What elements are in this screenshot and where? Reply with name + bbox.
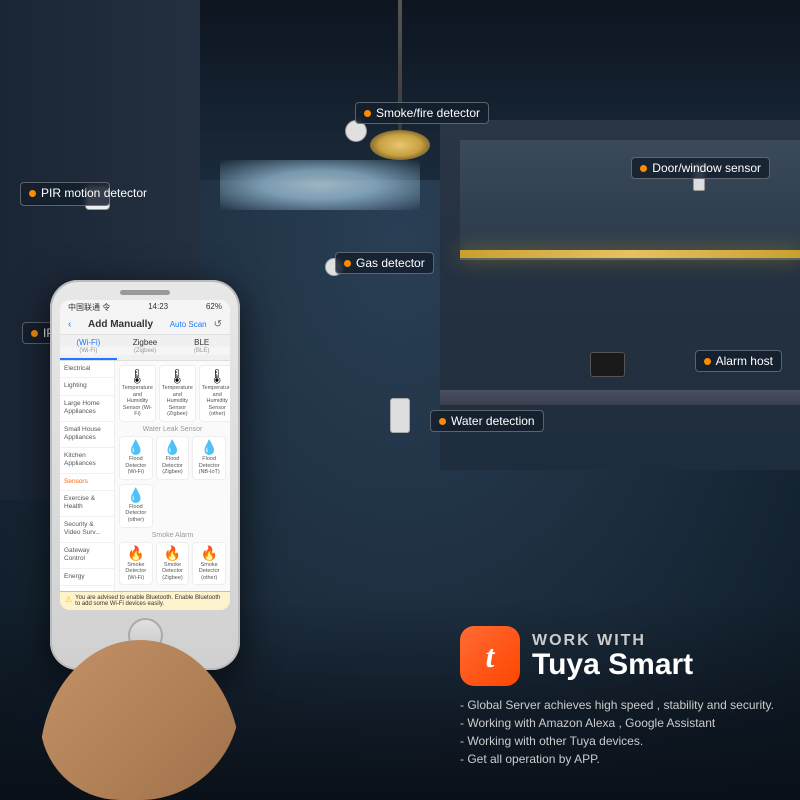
tuya-brand-name: Tuya Smart [532, 650, 693, 680]
sidebar-electrical[interactable]: Electrical [60, 361, 114, 378]
flood-other-grid: 💧 Flood Detector (other) [119, 484, 226, 528]
tuya-features: - Global Server achieves high speed , st… [460, 698, 780, 766]
panel-light [220, 160, 420, 210]
phone-speaker [120, 290, 170, 295]
sidebar-small-home[interactable]: Small House Appliances [60, 422, 114, 448]
carrier: 中国联通 令 [68, 302, 110, 313]
flood-wifi[interactable]: 💧 Flood Detector (Wi-Fi) [119, 436, 153, 480]
sidebar-large-home[interactable]: Large Home Appliances [60, 396, 114, 422]
water-label: Water detection [430, 410, 544, 432]
battery: 62% [206, 302, 222, 313]
tuya-feature-3: - Working with other Tuya devices. [460, 734, 780, 748]
smoke-grid: 🔥 Smoke Detector (Wi-Fi) 🔥 Smoke Detecto… [119, 542, 226, 586]
phone-frame: 中国联通 令 14:23 62% ‹ Add Manually Auto Sca… [50, 280, 240, 670]
tuya-feature-1: - Global Server achieves high speed , st… [460, 698, 780, 712]
tab-wifi[interactable]: (Wi-Fi) (Wi-Fi) [60, 335, 117, 360]
screen-notification: ⚠ You are advised to enable Bluetooth. E… [115, 591, 230, 601]
water-grid: 💧 Flood Detector (Wi-Fi) 💧 Flood Detecto… [119, 436, 226, 480]
screen-title: Add Manually [75, 319, 165, 330]
sidebar-energy[interactable]: Energy [60, 569, 114, 586]
smoke-other[interactable]: 🔥 Smoke Detector (other) [192, 542, 226, 586]
pir-label: PIR motion detector [20, 182, 110, 206]
door-label: Door/window sensor [631, 157, 770, 179]
screen-sidebar: Electrical Lighting Large Home Appliance… [60, 361, 115, 601]
alarm-device [590, 352, 625, 377]
flood-zigbee[interactable]: 💧 Flood Detector (Zigbee) [156, 436, 190, 480]
gas-label: Gas detector [335, 252, 434, 274]
phone-wrapper: 中国联通 令 14:23 62% ‹ Add Manually Auto Sca… [30, 280, 250, 800]
smoke-zigbee[interactable]: 🔥 Smoke Detector (Zigbee) [156, 542, 190, 586]
screen-header: ‹ Add Manually Auto Scan ↺ [60, 315, 230, 335]
water-device [390, 398, 410, 433]
sidebar-gateway[interactable]: Gateway Control [60, 543, 114, 569]
temp-wifi[interactable]: 🌡 Temperature and Humidity Sensor (Wi-Fi… [119, 365, 156, 422]
phone-screen: 中国联通 令 14:23 62% ‹ Add Manually Auto Sca… [60, 300, 230, 610]
tuya-logo-row: t WORK WITH Tuya Smart [460, 626, 780, 686]
back-button[interactable]: ‹ [68, 319, 71, 330]
refresh-icon[interactable]: ↺ [214, 319, 222, 330]
temp-grid: 🌡 Temperature and Humidity Sensor (Wi-Fi… [119, 365, 226, 422]
tuya-section: t WORK WITH Tuya Smart - Global Server a… [460, 626, 780, 770]
sidebar-lighting[interactable]: Lighting [60, 378, 114, 395]
smoke-wifi[interactable]: 🔥 Smoke Detector (Wi-Fi) [119, 542, 153, 586]
gas-dot [344, 260, 351, 267]
flood-other[interactable]: 💧 Flood Detector (other) [119, 484, 153, 528]
sidebar-security[interactable]: Security & Video Surv... [60, 517, 114, 543]
auto-scan-button[interactable]: Auto Scan [170, 320, 207, 329]
temp-other[interactable]: 🌡 Temperature and Humidity Sensor (other… [199, 365, 230, 422]
screen-tabs: (Wi-Fi) (Wi-Fi) Zigbee (Zigbee) BLE (BLE… [60, 335, 230, 361]
water-dot [439, 418, 446, 425]
tab-zigbee[interactable]: Zigbee (Zigbee) [117, 335, 174, 360]
cabinet-light [460, 250, 800, 258]
ceiling-light [398, 0, 402, 160]
screen-content: 🌡 Temperature and Humidity Sensor (Wi-Fi… [115, 361, 230, 601]
smoke-section-title: Smoke Alarm [119, 532, 226, 539]
tuya-feature-4: - Get all operation by APP. [460, 752, 780, 766]
sidebar-kitchen[interactable]: Kitchen Appliances [60, 448, 114, 474]
status-bar: 中国联通 令 14:23 62% [60, 300, 230, 315]
tuya-title-block: WORK WITH Tuya Smart [532, 632, 693, 680]
sidebar-sensors[interactable]: Sensors [60, 474, 114, 491]
alarm-label: Alarm host [695, 350, 782, 372]
temp-zigbee[interactable]: 🌡 Temperature and Humidity Sensor (Zigbe… [159, 365, 196, 422]
screen-body: Electrical Lighting Large Home Appliance… [60, 361, 230, 601]
counter-top [440, 390, 800, 405]
door-dot [640, 165, 647, 172]
tuya-logo: t [460, 626, 520, 686]
sidebar-exercise[interactable]: Exercise & Health [60, 491, 114, 517]
water-section-title: Water Leak Sensor [119, 426, 226, 433]
tuya-feature-2: - Working with Amazon Alexa , Google Ass… [460, 716, 780, 730]
notif-text: You are advised to enable Bluetooth. Ena… [115, 595, 225, 601]
smoke-label: Smoke/fire detector [355, 102, 489, 124]
smoke-dot [364, 110, 371, 117]
time: 14:23 [148, 302, 168, 313]
flood-nbiot[interactable]: 💧 Flood Detector (NB-IoT) [192, 436, 226, 480]
alarm-dot [704, 358, 711, 365]
tab-ble[interactable]: BLE (BLE) [173, 335, 230, 360]
pir-dot [29, 190, 36, 197]
